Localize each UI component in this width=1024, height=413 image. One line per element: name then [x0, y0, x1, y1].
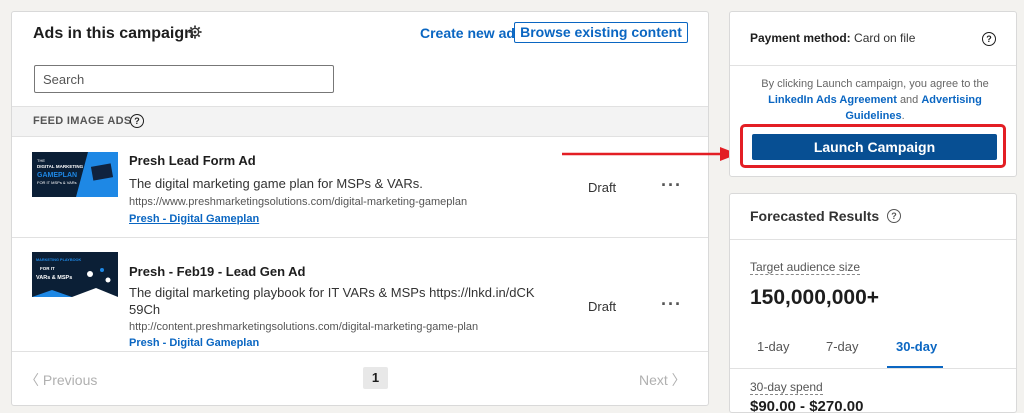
target-audience-value: 150,000,000+ — [750, 286, 880, 309]
ads-header: Ads in this campaign Create new ad Brows… — [12, 12, 708, 54]
divider — [730, 239, 1016, 240]
ad-description-continued: 59Ch — [129, 302, 161, 317]
arrow-annotation-icon — [562, 147, 738, 161]
divider — [730, 65, 1016, 66]
ad-url: https://www.preshmarketingsolutions.com/… — [129, 196, 468, 208]
target-audience-label: Target audience size — [750, 260, 861, 275]
section-label: FEED IMAGE ADS — [33, 115, 132, 127]
ad-organization-link[interactable]: Presh - Digital Gameplan — [129, 213, 259, 225]
more-options-icon[interactable]: ··· — [661, 175, 682, 196]
search-input[interactable] — [34, 65, 334, 93]
pagination: 〈 Previous 1 Next 〉 — [12, 352, 708, 405]
thumb-text: FOR IT — [40, 266, 55, 271]
gear-icon[interactable] — [188, 25, 202, 39]
payment-method: Payment method: Card on file — [750, 31, 915, 45]
tab-30-day[interactable]: 30-day — [896, 339, 937, 354]
payment-method-label: Payment method: — [750, 31, 851, 45]
tab-7-day[interactable]: 7-day — [826, 339, 859, 354]
launch-highlight-box: Launch Campaign — [740, 124, 1006, 168]
thumb-text: GAMEPLAN — [37, 172, 77, 179]
page-number-button[interactable]: 1 — [363, 367, 388, 389]
spend-label: 30-day spend — [750, 380, 823, 395]
ad-description: The digital marketing game plan for MSPs… — [129, 176, 423, 191]
browse-existing-content-button[interactable]: Browse existing content — [514, 22, 688, 43]
thumb-text: FOR IT MSPs & VARs — [37, 180, 77, 185]
payment-method-value: Card on file — [854, 31, 916, 45]
feed-image-ads-section-header: FEED IMAGE ADS ? — [12, 106, 708, 137]
thumb-text: THE — [37, 158, 45, 163]
agreement-text: By clicking Launch campaign, you agree t… — [742, 76, 1008, 124]
agreement-prefix: By clicking Launch campaign, you agree t… — [761, 78, 989, 90]
forecast-title: Forecasted Results — [750, 208, 880, 224]
ad-thumbnail: MARKETING PLAYBOOK FOR IT VARs & MSPs — [32, 252, 118, 297]
next-page-button[interactable]: Next 〉 — [639, 370, 686, 390]
ad-description: The digital marketing playbook for IT VA… — [129, 285, 535, 300]
help-icon[interactable]: ? — [982, 32, 996, 46]
help-icon[interactable]: ? — [130, 114, 144, 128]
create-new-ad-link[interactable]: Create new ad — [420, 25, 515, 41]
help-icon[interactable]: ? — [887, 209, 901, 223]
ads-panel: Ads in this campaign Create new ad Brows… — [11, 11, 709, 406]
ad-row: MARKETING PLAYBOOK FOR IT VARs & MSPs Pr… — [12, 238, 708, 352]
payment-panel: Payment method: Card on file ? By clicki… — [729, 11, 1017, 177]
ad-name[interactable]: Presh Lead Form Ad — [129, 153, 256, 168]
agreement-period: . — [901, 110, 905, 122]
ad-url: http://content.preshmarketingsolutions.c… — [129, 321, 479, 333]
ad-organization-link[interactable]: Presh - Digital Gameplan — [129, 337, 259, 349]
ad-status: Draft — [588, 299, 617, 314]
tab-1-day[interactable]: 1-day — [757, 339, 790, 354]
more-options-icon[interactable]: ··· — [661, 294, 682, 315]
divider — [730, 368, 1016, 369]
launch-campaign-button[interactable]: Launch Campaign — [752, 134, 997, 160]
thumb-text: MARKETING PLAYBOOK — [36, 258, 81, 262]
ad-status: Draft — [588, 180, 617, 195]
ad-name[interactable]: Presh - Feb19 - Lead Gen Ad — [129, 264, 306, 279]
thumb-text: VARs & MSPs — [36, 275, 72, 281]
thumb-text: DIGITAL MARKETING — [37, 164, 84, 169]
forecast-panel: Forecasted Results ? Target audience siz… — [729, 193, 1017, 413]
previous-page-button[interactable]: 〈 Previous — [25, 370, 97, 390]
ads-panel-title: Ads in this campaign — [33, 25, 194, 42]
agreement-and: and — [899, 94, 919, 106]
ad-thumbnail: THE DIGITAL MARKETING GAMEPLAN FOR IT MS… — [32, 152, 118, 197]
ads-agreement-link[interactable]: LinkedIn Ads Agreement — [768, 94, 897, 106]
